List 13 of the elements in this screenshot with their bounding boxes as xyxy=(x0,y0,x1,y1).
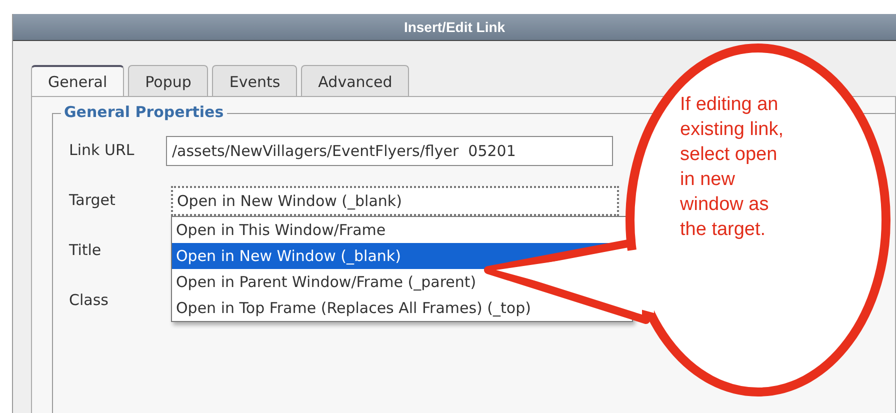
tab[interactable]: Advanced xyxy=(301,65,410,96)
tab[interactable]: Events xyxy=(212,65,298,96)
fieldset-legend: General Properties xyxy=(61,103,227,121)
field-label: Title xyxy=(69,240,102,259)
callout-tooltip-text: If editing an existing link, select open in new window as the target. xyxy=(680,93,784,242)
field-label: Target xyxy=(69,190,116,209)
field-label: Class xyxy=(69,290,110,309)
tab[interactable]: General xyxy=(31,65,124,96)
target-dropdown[interactable]: Open in New Window (_blank) xyxy=(171,186,619,216)
url-field[interactable]: /assets/NewVillagers/EventFlyers/flyer 05201 xyxy=(166,136,613,166)
field-label: Link URL xyxy=(69,140,136,159)
tab[interactable]: Popup xyxy=(128,65,208,96)
window-title: Insert/Edit Link xyxy=(404,19,506,35)
